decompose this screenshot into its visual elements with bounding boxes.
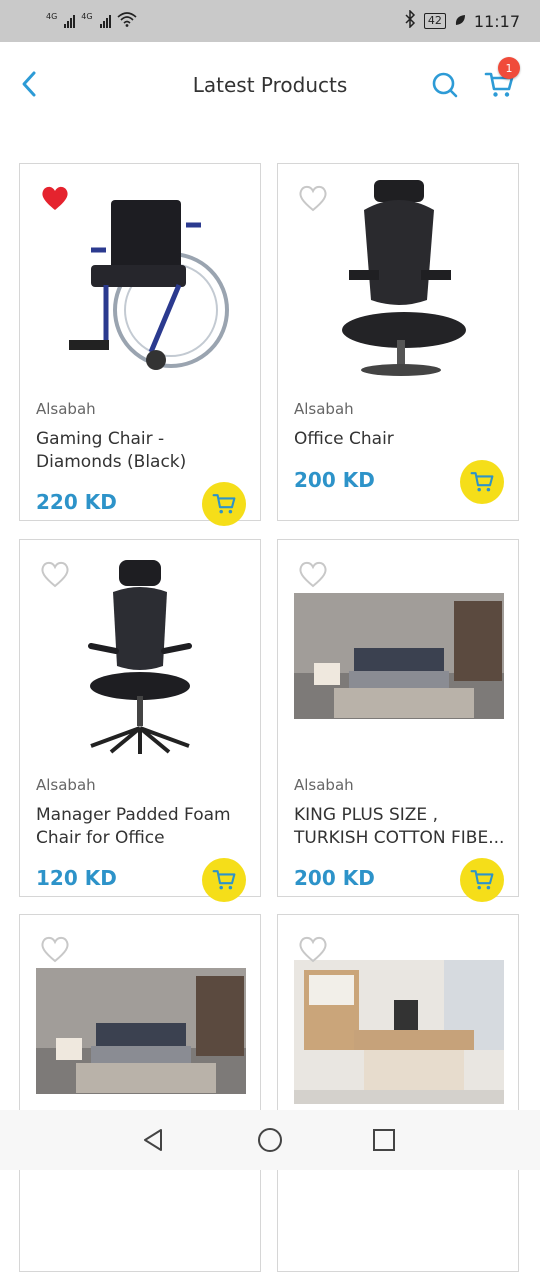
product-card[interactable]: Alsabah Manager Padded Foam Chair for Of… [19, 539, 261, 902]
network-type-1: 4G [46, 11, 58, 21]
favorite-heart-icon[interactable] [40, 935, 70, 963]
search-icon [432, 72, 458, 98]
product-card[interactable] [277, 914, 519, 1272]
product-price: 120 KD [36, 866, 117, 890]
battery-indicator: 42 [423, 13, 446, 29]
favorite-heart-icon[interactable] [298, 935, 328, 963]
cart-icon [470, 870, 494, 890]
product-price: 200 KD [294, 468, 375, 492]
product-name: Gaming Chair - Diamonds (Black) [36, 429, 187, 472]
favorite-heart-icon[interactable] [40, 560, 70, 588]
product-card[interactable] [19, 914, 261, 1272]
product-name: KING PLUS SIZE , TURKISH COTTON FIBE... [294, 805, 505, 848]
network-type-2: 4G [81, 11, 93, 21]
product-brand: Alsabah [36, 776, 96, 794]
add-to-cart-button[interactable] [202, 858, 246, 902]
leaf-icon [454, 12, 466, 31]
status-bar: 4G 4G 42 11:17 [0, 0, 540, 42]
favorite-heart-icon[interactable] [298, 184, 328, 212]
product-price: 200 KD [294, 866, 375, 890]
square-recents-icon [373, 1129, 395, 1151]
status-bar-left: 4G 4G [46, 11, 137, 31]
favorite-heart-icon[interactable] [40, 184, 70, 212]
cart-icon [212, 494, 236, 514]
product-brand: Alsabah [294, 400, 354, 418]
nav-back-button[interactable] [138, 1124, 170, 1156]
product-brand: Alsabah [36, 400, 96, 418]
search-button[interactable] [428, 68, 462, 102]
triangle-back-icon [144, 1129, 162, 1151]
cart-icon [212, 870, 236, 890]
add-to-cart-button[interactable] [202, 482, 246, 526]
product-image [294, 959, 504, 1105]
product-image [36, 967, 246, 1095]
status-bar-right: 42 11:17 [404, 9, 520, 32]
nav-recents-button[interactable] [368, 1124, 400, 1156]
favorite-heart-icon[interactable] [298, 560, 328, 588]
signal-bars-icon [64, 14, 76, 28]
product-card[interactable]: Alsabah Gaming Chair - Diamonds (Black) … [19, 163, 261, 526]
add-to-cart-button[interactable] [460, 858, 504, 902]
clock: 11:17 [473, 11, 520, 31]
product-card[interactable]: Alsabah Office Chair 200 KD [277, 163, 519, 521]
product-name: Manager Padded Foam Chair for Office [36, 805, 231, 848]
product-name: Office Chair [294, 429, 394, 449]
signal-bars-icon [99, 14, 111, 28]
circle-home-icon [258, 1128, 282, 1152]
wifi-icon [117, 11, 137, 31]
app-header: Latest Products 1 [0, 42, 540, 128]
add-to-cart-button[interactable] [460, 460, 504, 504]
product-brand: Alsabah [294, 776, 354, 794]
cart-icon [470, 472, 494, 492]
cart-count-badge: 1 [498, 57, 520, 79]
product-card[interactable]: Alsabah KING PLUS SIZE , TURKISH COTTON … [277, 539, 519, 902]
nav-home-button[interactable] [254, 1124, 286, 1156]
system-nav-bar [0, 1110, 540, 1170]
product-price: 220 KD [36, 490, 117, 514]
bluetooth-icon [404, 9, 416, 32]
